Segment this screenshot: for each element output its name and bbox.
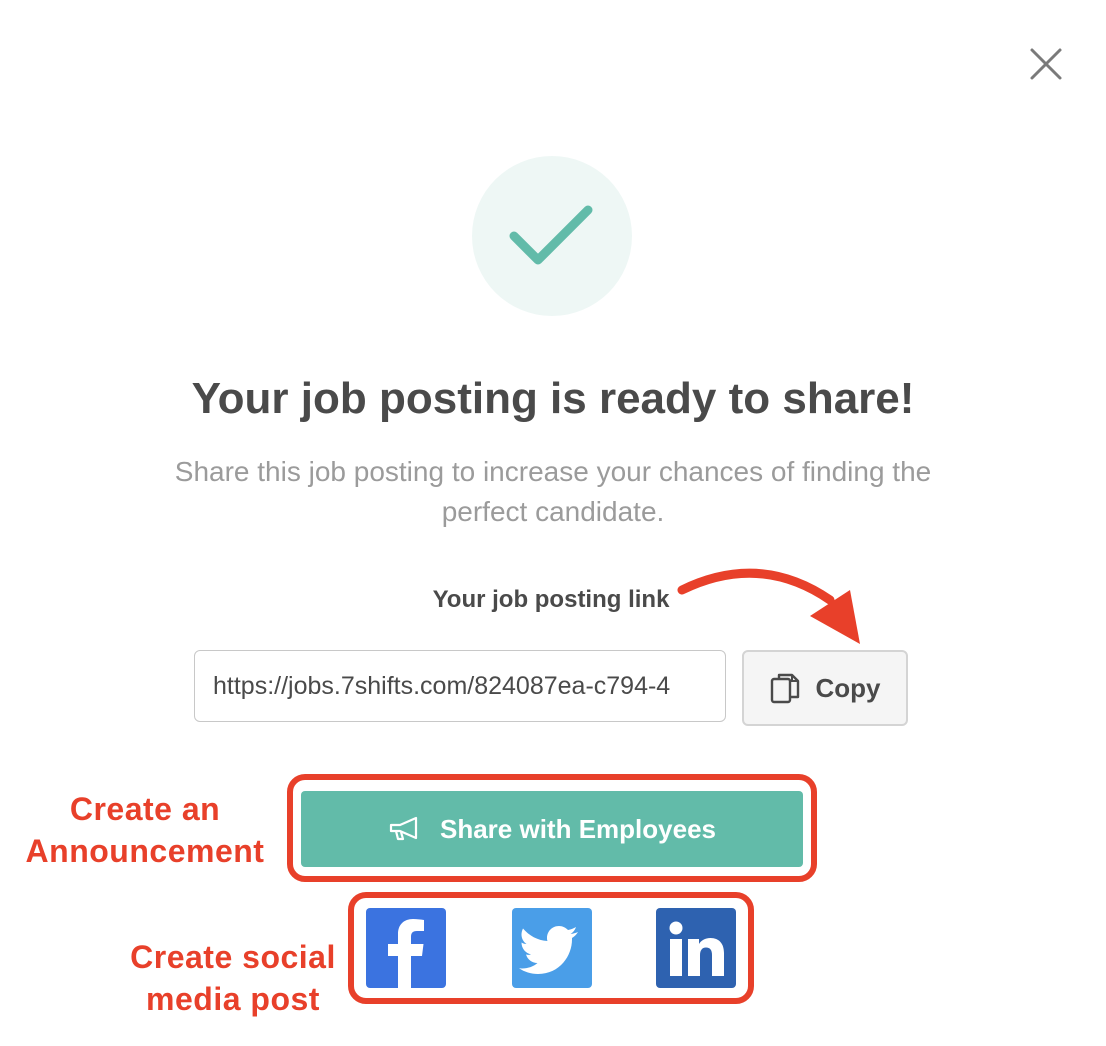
twitter-button[interactable] — [512, 908, 592, 988]
announcement-annotation-line1: Create an — [69, 791, 221, 827]
megaphone-icon — [389, 816, 418, 841]
copy-label: Copy — [815, 672, 881, 703]
copy-button[interactable]: Copy — [742, 650, 908, 726]
social-annotation-line2: media post — [146, 981, 320, 1017]
share-with-employees-button[interactable]: Share with Employees — [301, 791, 803, 867]
close-icon — [1030, 48, 1062, 80]
share-label: Share with Employees — [440, 813, 716, 844]
linkedin-button[interactable] — [656, 908, 736, 988]
success-badge — [472, 156, 632, 316]
copy-icon — [770, 673, 799, 704]
facebook-button[interactable] — [366, 908, 446, 988]
link-label: Your job posting link — [432, 586, 670, 613]
arrow-annotation-icon — [677, 568, 860, 644]
linkedin-icon — [656, 908, 736, 988]
social-annotation-line1: Create social — [130, 939, 336, 975]
announcement-annotation: Create an Announcement — [14, 788, 276, 872]
social-annotation: Create social media post — [104, 936, 362, 1020]
dialog-subtitle: Share this job posting to increase your … — [174, 456, 932, 527]
job-link-field[interactable] — [194, 650, 726, 722]
announcement-annotation-line2: Announcement — [25, 833, 265, 869]
facebook-icon — [366, 908, 446, 988]
close-button[interactable] — [1022, 40, 1070, 88]
check-icon — [509, 205, 593, 265]
twitter-icon — [512, 908, 592, 988]
dialog-title: Your job posting is ready to share! — [191, 374, 915, 423]
